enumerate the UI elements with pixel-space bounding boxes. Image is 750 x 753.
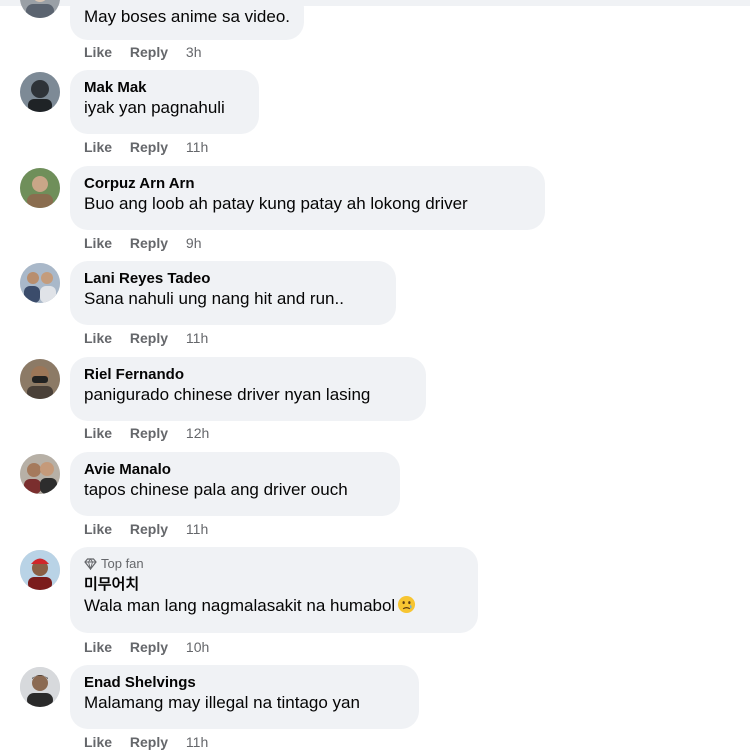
reply-button[interactable]: Reply <box>130 139 168 155</box>
top-fan-badge: Top fan <box>84 556 464 572</box>
comment-timestamp[interactable]: 11h <box>186 521 208 537</box>
comment-text: iyak yan pagnahuli <box>84 98 225 117</box>
comment-actions: Like Reply 12h <box>84 424 209 442</box>
comment-timestamp[interactable]: 9h <box>186 235 202 251</box>
comment-bubble: Riel Fernando panigurado chinese driver … <box>70 357 426 421</box>
commenter-name[interactable]: 미무어치 <box>84 575 464 594</box>
reply-button[interactable]: Reply <box>130 235 168 251</box>
commenter-name[interactable]: Corpuz Arn Arn <box>84 174 531 193</box>
comment-text: Sana nahuli ung nang hit and run.. <box>84 289 344 308</box>
reply-button[interactable]: Reply <box>130 521 168 537</box>
comment-bubble: Top fan 미무어치 Wala man lang nagmalasakit … <box>70 547 478 633</box>
reply-button[interactable]: Reply <box>130 44 168 60</box>
comment-actions: Like Reply 3h <box>84 43 202 61</box>
face-with-tear-emoji <box>398 595 416 614</box>
commenter-name[interactable]: Enad Shelvings <box>84 673 405 692</box>
like-button[interactable]: Like <box>84 330 112 346</box>
comment-actions: Like Reply 11h <box>84 733 208 751</box>
avatar[interactable] <box>20 359 60 399</box>
comment-bubble: Mak Mak iyak yan pagnahuli <box>70 70 259 134</box>
commenter-name[interactable]: Mak Mak <box>84 78 245 97</box>
diamond-icon <box>84 558 97 570</box>
comment-actions: Like Reply 11h <box>84 138 208 156</box>
comment-text: Buo ang loob ah patay kung patay ah loko… <box>84 194 468 213</box>
comment-bubble: Lani Reyes Tadeo Sana nahuli ung nang hi… <box>70 261 396 325</box>
avatar[interactable] <box>20 454 60 494</box>
like-button[interactable]: Like <box>84 44 112 60</box>
reply-button[interactable]: Reply <box>130 639 168 655</box>
reply-button[interactable]: Reply <box>130 330 168 346</box>
reply-button[interactable]: Reply <box>130 734 168 750</box>
like-button[interactable]: Like <box>84 235 112 251</box>
comment-text: May boses anime sa video. <box>84 7 290 26</box>
comment-actions: Like Reply 11h <box>84 329 208 347</box>
commenter-name[interactable]: Riel Fernando <box>84 365 412 384</box>
comment-timestamp[interactable]: 11h <box>186 734 208 750</box>
comment-actions: Like Reply 9h <box>84 234 202 252</box>
comment-bubble: May boses anime sa video. <box>70 0 304 40</box>
comment-text-body: Wala man lang nagmalasakit na humabol <box>84 596 396 615</box>
like-button[interactable]: Like <box>84 734 112 750</box>
comment-timestamp[interactable]: 11h <box>186 139 208 155</box>
comment-text: panigurado chinese driver nyan lasing <box>84 385 371 404</box>
comment-bubble: Avie Manalo tapos chinese pala ang drive… <box>70 452 400 516</box>
avatar[interactable] <box>20 168 60 208</box>
comment-text: Wala man lang nagmalasakit na humabol <box>84 595 464 617</box>
like-button[interactable]: Like <box>84 521 112 537</box>
comment-timestamp[interactable]: 12h <box>186 425 209 441</box>
comment-actions: Like Reply 11h <box>84 520 208 538</box>
avatar[interactable] <box>20 263 60 303</box>
comment-bubble: Corpuz Arn Arn Buo ang loob ah patay kun… <box>70 166 545 230</box>
comment-text: tapos chinese pala ang driver ouch <box>84 480 348 499</box>
like-button[interactable]: Like <box>84 425 112 441</box>
reply-button[interactable]: Reply <box>130 425 168 441</box>
commenter-name[interactable]: Lani Reyes Tadeo <box>84 269 382 288</box>
comment-timestamp[interactable]: 3h <box>186 44 202 60</box>
comment-actions: Like Reply 10h <box>84 638 209 656</box>
avatar[interactable] <box>20 0 60 18</box>
comment-text: Malamang may illegal na tintago yan <box>84 693 360 712</box>
comment-timestamp[interactable]: 11h <box>186 330 208 346</box>
like-button[interactable]: Like <box>84 639 112 655</box>
top-fan-label: Top fan <box>101 556 144 571</box>
comment-bubble: Enad Shelvings Malamang may illegal na t… <box>70 665 419 729</box>
comment-timestamp[interactable]: 10h <box>186 639 209 655</box>
avatar[interactable] <box>20 667 60 707</box>
avatar[interactable] <box>20 550 60 590</box>
commenter-name[interactable]: Avie Manalo <box>84 460 386 479</box>
avatar[interactable] <box>20 72 60 112</box>
like-button[interactable]: Like <box>84 139 112 155</box>
